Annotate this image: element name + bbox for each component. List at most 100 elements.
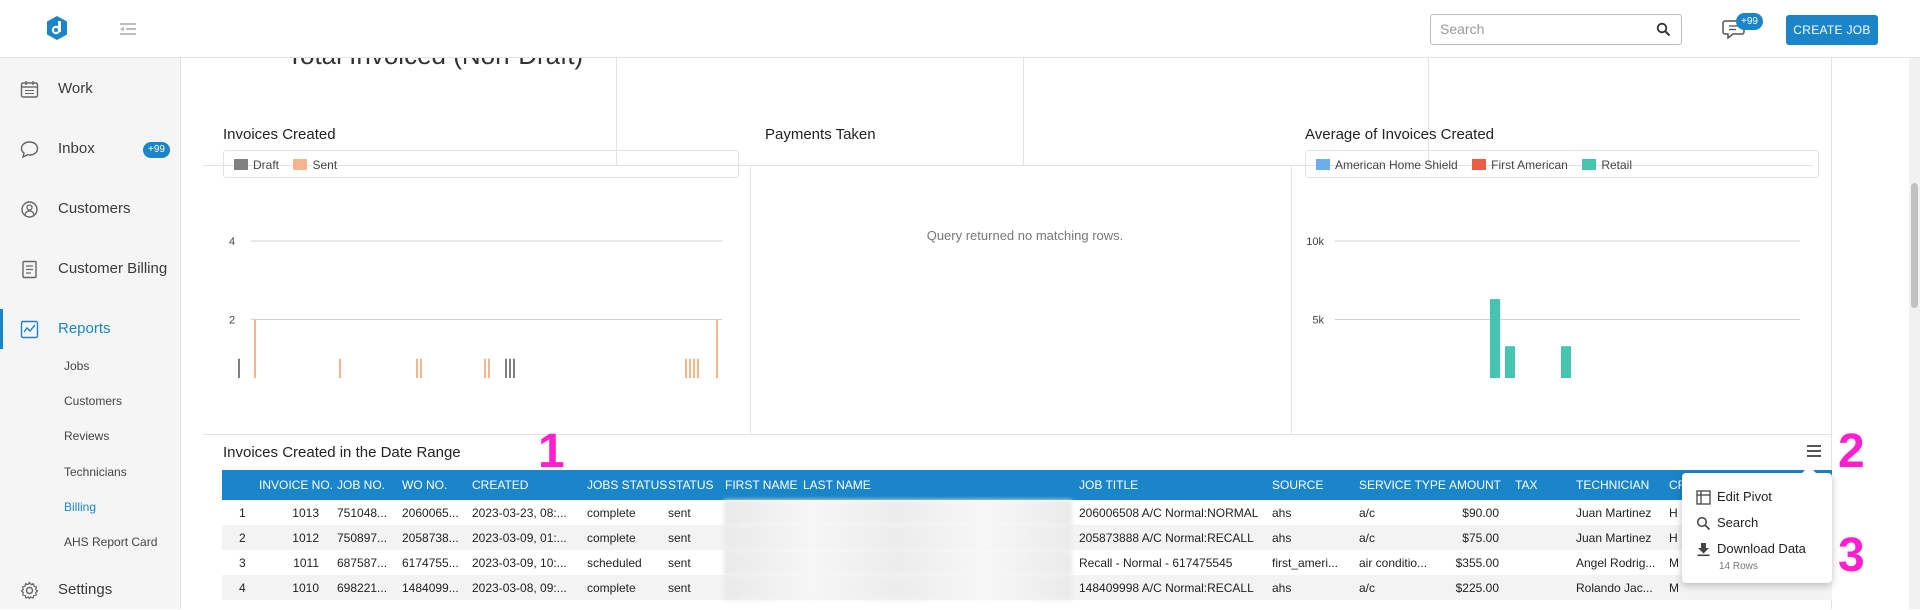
- calendar-icon: [20, 81, 39, 98]
- bar-draft: [505, 358, 507, 378]
- bar-sent: [689, 358, 691, 378]
- table-cell-job: 698221...: [337, 581, 388, 595]
- table-cell-job-title: 205873888 A/C Normal:RECALL: [1079, 531, 1254, 545]
- table-row[interactable]: 4 1010 698221... 1484099... 2023-03-08, 09:.…: [222, 575, 1832, 600]
- average-invoices-chart: 0k5k10kSep '22Oct '22Nov '22Dec '22Jan '…: [1306, 236, 1800, 378]
- table-cell-status: sent: [668, 556, 691, 570]
- menu-item-search[interactable]: Search: [1696, 515, 1759, 531]
- page-scrollbar[interactable]: [1909, 58, 1920, 609]
- column-header[interactable]: CREATED: [472, 478, 528, 492]
- table-cell-job-title: 148409998 A/C Normal:RECALL: [1079, 581, 1254, 595]
- empty-message: Query returned no matching rows.: [926, 228, 1124, 243]
- pivot-icon: [1696, 490, 1711, 505]
- table-row[interactable]: 3 1011 687587... 6174755... 2023-03-09, 10:.…: [222, 550, 1832, 575]
- panel-divider: [750, 166, 751, 434]
- sidebar: Work Inbox +99 Customers Customer Billin…: [0, 58, 181, 609]
- table-cell-n: 2: [239, 531, 246, 545]
- table-cell-amount: $75.00: [1462, 531, 1499, 545]
- table-cell-jobs-status: complete: [587, 581, 636, 595]
- column-header[interactable]: TAX: [1515, 478, 1537, 492]
- search-box[interactable]: [1430, 14, 1682, 45]
- sidebar-item-label: Settings: [58, 581, 113, 598]
- column-header[interactable]: JOB NO.: [337, 478, 385, 492]
- y-tick-label: 2: [229, 315, 235, 327]
- sidebar-item-customers[interactable]: Customers: [0, 189, 181, 229]
- sidebar-subitem-customers[interactable]: Customers: [64, 394, 122, 408]
- hamburger-menu-icon[interactable]: [1806, 444, 1822, 458]
- search-input[interactable]: [1440, 15, 1650, 43]
- annotation-marker: 1: [538, 425, 565, 478]
- app-logo-icon[interactable]: [44, 15, 70, 41]
- menu-item-edit-pivot[interactable]: Edit Pivot: [1696, 489, 1772, 505]
- sidebar-subitem-ahs-report-card[interactable]: AHS Report Card: [64, 535, 157, 549]
- table-cell-created: 2023-03-23, 08:...: [472, 506, 567, 520]
- table-cell-created: 2023-03-09, 01:...: [472, 531, 567, 545]
- column-header[interactable]: JOBS STATUS: [587, 478, 667, 492]
- table-cell-n: 3: [239, 556, 246, 570]
- table-cell-wo: 2058738...: [402, 531, 459, 545]
- scrollbar-thumb[interactable]: [1911, 183, 1918, 308]
- customers-icon: [21, 201, 38, 218]
- column-header[interactable]: LAST NAME: [803, 478, 871, 492]
- table-cell-source: ahs: [1272, 531, 1292, 545]
- column-header[interactable]: TECHNICIAN: [1576, 478, 1649, 492]
- bar-sent: [685, 358, 687, 378]
- redacted-name-cells: [724, 550, 1072, 575]
- table-cell-amount: $225.00: [1455, 581, 1499, 595]
- panel-divider: [1291, 166, 1292, 434]
- bar-sent: [416, 358, 418, 378]
- column-header[interactable]: STATUS: [668, 478, 714, 492]
- table-cell-wo: 2060065...: [402, 506, 459, 520]
- table-cell-source: ahs: [1272, 581, 1292, 595]
- inbox-badge: +99: [143, 142, 170, 158]
- sidebar-item-work[interactable]: Work: [0, 69, 181, 109]
- table-cell-invoice: 1013: [292, 506, 319, 520]
- table-cell-job-title: Recall - Normal - 617475545: [1079, 556, 1233, 570]
- y-tick-label: 5k: [1312, 315, 1324, 327]
- sidebar-item-reports[interactable]: Reports: [0, 309, 181, 349]
- bar-sent: [339, 358, 341, 378]
- table-row[interactable]: 2 1012 750897... 2058738... 2023-03-09, 01:.…: [222, 525, 1832, 550]
- column-header[interactable]: AMOUNT: [1449, 478, 1501, 492]
- collapse-menu-icon[interactable]: [118, 19, 138, 39]
- column-header[interactable]: FIRST NAME: [725, 478, 797, 492]
- reports-icon: [20, 320, 39, 339]
- column-header[interactable]: SERVICE TYPE: [1359, 478, 1446, 492]
- bar-sent: [716, 319, 718, 378]
- search-icon: [1696, 516, 1711, 531]
- sidebar-item-settings[interactable]: Settings: [0, 570, 181, 610]
- redacted-name-cells: [724, 500, 1072, 525]
- column-header[interactable]: JOB TITLE: [1079, 478, 1138, 492]
- table-cell-job-title: 206006508 A/C Normal:NORMAL: [1079, 506, 1259, 520]
- table-cell-source: ahs: [1272, 506, 1292, 520]
- menu-item-label: Search: [1717, 515, 1759, 530]
- table-cell-job: 751048...: [337, 506, 388, 520]
- y-tick-label: 4: [229, 236, 235, 248]
- table-row[interactable]: 1 1013 751048... 2060065... 2023-03-23, 08:.…: [222, 500, 1832, 525]
- gear-icon: [20, 581, 39, 600]
- payments-taken-panel: Payments Taken Query returned no matchin…: [765, 108, 1285, 378]
- sidebar-subitem-jobs[interactable]: Jobs: [64, 359, 89, 373]
- sidebar-item-label: Inbox: [58, 140, 95, 157]
- column-header[interactable]: SOURCE: [1272, 478, 1323, 492]
- table-cell-created: 2023-03-08, 09:...: [472, 581, 567, 595]
- table-cell-amount: $355.00: [1455, 556, 1499, 570]
- table-cell-jobs-status: complete: [587, 506, 636, 520]
- table-cell-wo: 6174755...: [402, 556, 459, 570]
- column-header[interactable]: WO NO.: [402, 478, 447, 492]
- search-icon[interactable]: [1656, 22, 1671, 37]
- create-job-button[interactable]: CREATE JOB: [1786, 15, 1878, 45]
- sidebar-item-label: Reports: [58, 320, 111, 337]
- menu-item-label: Download Data: [1717, 541, 1806, 556]
- sidebar-subitem-billing[interactable]: Billing: [64, 500, 96, 514]
- column-header[interactable]: INVOICE NO.: [259, 478, 333, 492]
- sidebar-subitem-technicians[interactable]: Technicians: [64, 465, 127, 479]
- sidebar-item-customer-billing[interactable]: Customer Billing: [0, 249, 181, 289]
- section-divider: [203, 434, 1832, 435]
- table-cell-jobs-status: complete: [587, 531, 636, 545]
- chart-title: Payments Taken: [765, 126, 876, 143]
- menu-item-download-data[interactable]: Download Data: [1696, 541, 1806, 557]
- redacted-name-cells: [724, 575, 1072, 600]
- sidebar-subitem-reviews[interactable]: Reviews: [64, 429, 109, 443]
- sidebar-item-inbox[interactable]: Inbox +99: [0, 129, 181, 169]
